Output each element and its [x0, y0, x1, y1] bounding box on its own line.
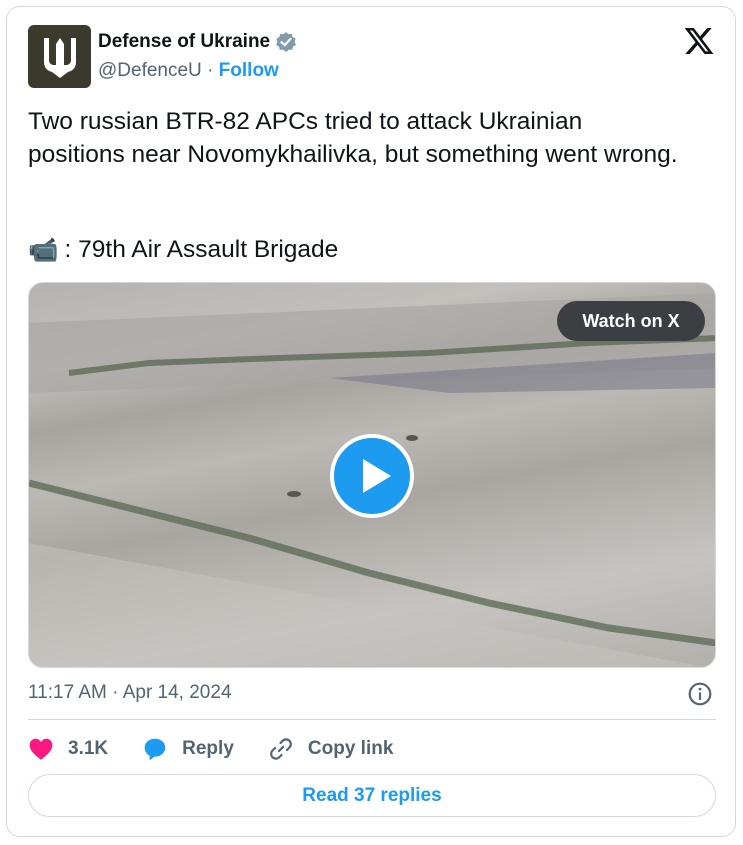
trident-emblem-icon — [43, 37, 76, 78]
tweet-text: Two russian BTR-82 APCs tried to attack … — [28, 108, 678, 168]
x-logo-icon[interactable] — [683, 25, 715, 57]
separator-dot: · — [207, 60, 214, 81]
reply-label: Reply — [182, 738, 234, 759]
handle-row: @DefenceU · Follow — [98, 60, 279, 82]
author-name-row[interactable]: Defense of Ukraine — [98, 31, 297, 53]
follow-button[interactable]: Follow — [219, 60, 279, 81]
video-camera-icon: 📹 — [28, 237, 59, 264]
reply-bubble-icon — [144, 738, 166, 761]
video-credit: 📹 : 79th Air Assault Brigade — [28, 235, 338, 265]
heart-icon — [29, 738, 53, 760]
info-icon[interactable] — [687, 681, 713, 707]
video-credit-text: : 79th Air Assault Brigade — [64, 236, 339, 263]
author-name[interactable]: Defense of Ukraine — [98, 31, 270, 53]
tweet-card: Defense of Ukraine @DefenceU · Follow Tw… — [6, 6, 736, 837]
like-count: 3.1K — [68, 738, 109, 759]
video-player[interactable]: Watch on X — [28, 282, 716, 668]
action-bar: 3.1K Reply Copy link — [28, 734, 427, 764]
link-icon — [269, 738, 292, 760]
author-handle[interactable]: @DefenceU — [98, 60, 202, 81]
like-button[interactable]: 3.1K — [28, 737, 108, 761]
tweet-timestamp[interactable]: 11:17 AM · Apr 14, 2024 — [28, 682, 232, 704]
watch-on-x-button[interactable]: Watch on X — [557, 301, 705, 341]
divider — [28, 719, 716, 720]
reply-button[interactable]: Reply — [142, 736, 234, 762]
verified-badge-icon — [276, 32, 297, 52]
read-replies-button[interactable]: Read 37 replies — [28, 774, 716, 817]
copy-link-button[interactable]: Copy link — [268, 736, 394, 762]
copy-link-label: Copy link — [307, 738, 394, 759]
avatar[interactable] — [28, 25, 91, 88]
play-button-icon[interactable] — [329, 433, 415, 519]
